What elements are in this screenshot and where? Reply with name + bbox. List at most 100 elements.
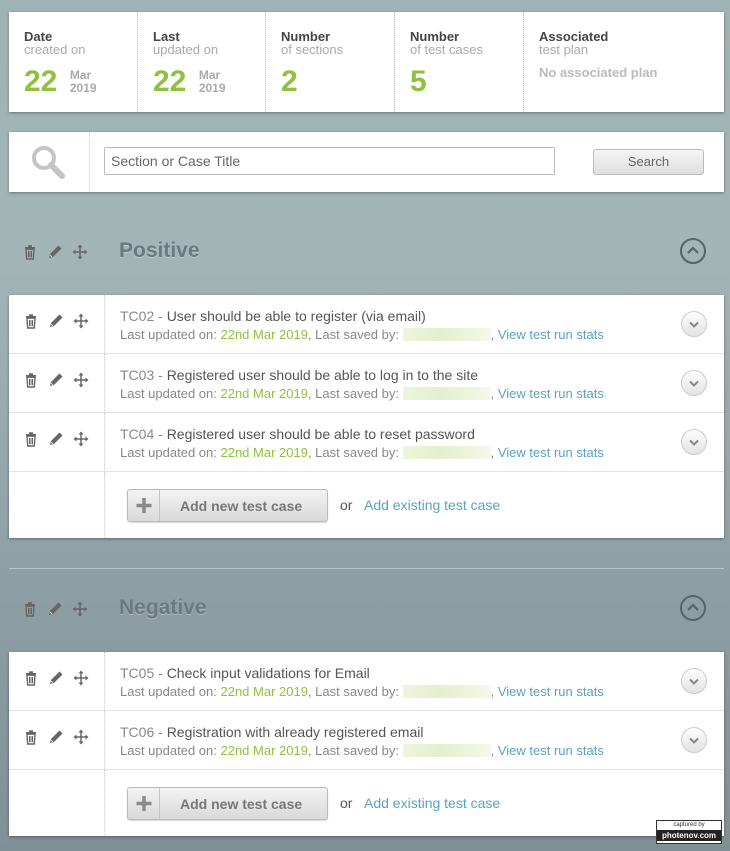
case-title[interactable]: Check input validations for Email <box>167 665 370 681</box>
comma: , <box>490 386 498 401</box>
move-icon[interactable] <box>72 601 88 617</box>
comma: , <box>490 445 498 460</box>
pencil-icon[interactable] <box>48 372 64 388</box>
plus-icon <box>136 796 152 811</box>
updated-label: Last updated on: <box>120 445 221 460</box>
trash-icon[interactable] <box>23 729 39 745</box>
move-icon[interactable] <box>73 670 89 686</box>
move-icon[interactable] <box>73 372 89 388</box>
expand-case-button[interactable] <box>681 311 707 337</box>
saved-by-label: , Last saved by: <box>307 743 403 758</box>
redacted-user <box>402 387 491 400</box>
view-stats-link[interactable]: View test run stats <box>498 386 604 401</box>
pencil-icon[interactable] <box>48 313 64 329</box>
case-title[interactable]: Registered user should be able to reset … <box>167 426 475 442</box>
case-separator: - <box>154 367 167 383</box>
expand-case-button[interactable] <box>681 727 707 753</box>
updated-label: Last updated on: <box>120 743 221 758</box>
section-header-negative: Negative <box>9 588 724 632</box>
expand-case-button[interactable] <box>681 429 707 455</box>
case-id[interactable]: TC04 <box>120 426 154 442</box>
expand-case-button[interactable] <box>681 668 707 694</box>
view-stats-link[interactable]: View test run stats <box>498 445 604 460</box>
table-row: TC05 - Check input validations for Email… <box>9 652 724 711</box>
case-list-negative: TC05 - Check input validations for Email… <box>9 652 724 836</box>
stat-sublabel: of sections <box>281 42 344 57</box>
table-row: TC04 - Registered user should be able to… <box>9 413 724 472</box>
redacted-user <box>402 744 491 757</box>
stat-day: 22 <box>153 65 187 98</box>
pencil-icon[interactable] <box>48 670 64 686</box>
updated-date: 22nd Mar 2019 <box>220 445 308 460</box>
pencil-icon[interactable] <box>47 601 63 617</box>
updated-label: Last updated on: <box>120 386 221 401</box>
case-id[interactable]: TC06 <box>120 724 154 740</box>
section-header-positive: Positive <box>9 231 724 275</box>
search-panel: Search <box>9 132 724 192</box>
updated-date: 22nd Mar 2019 <box>220 386 308 401</box>
updated-date: 22nd Mar 2019 <box>220 327 308 342</box>
redacted-user <box>402 446 491 459</box>
stat-sublabel: created on <box>24 42 86 57</box>
updated-label: Last updated on: <box>120 684 221 699</box>
updated-date: 22nd Mar 2019 <box>220 743 308 758</box>
trash-icon[interactable] <box>23 670 39 686</box>
trash-icon[interactable] <box>23 372 39 388</box>
stat-year: 2019 <box>198 81 226 95</box>
case-separator: - <box>154 665 167 681</box>
move-icon[interactable] <box>73 431 89 447</box>
case-id[interactable]: TC03 <box>120 367 154 383</box>
move-icon[interactable] <box>72 244 88 260</box>
pencil-icon[interactable] <box>47 244 63 260</box>
chevron-up-icon <box>687 603 699 611</box>
updated-date: 22nd Mar 2019 <box>220 684 308 699</box>
case-separator: - <box>154 426 167 442</box>
case-title[interactable]: Registration with already registered ema… <box>167 724 424 740</box>
saved-by-label: , Last saved by: <box>307 327 403 342</box>
trash-icon[interactable] <box>23 431 39 447</box>
view-stats-link[interactable]: View test run stats <box>498 743 604 758</box>
add-new-test-case-button[interactable]: Add new test case <box>127 489 328 522</box>
search-input[interactable] <box>104 147 555 175</box>
chevron-up-icon <box>687 246 699 254</box>
move-icon[interactable] <box>73 729 89 745</box>
case-id[interactable]: TC02 <box>120 308 154 324</box>
stat-day: 22 <box>24 65 58 98</box>
case-list-positive: TC02 - User should be able to register (… <box>9 295 724 538</box>
stat-test-cases: Number of test cases 5 <box>394 12 523 112</box>
add-existing-test-case-link[interactable]: Add existing test case <box>364 795 500 811</box>
case-title[interactable]: Registered user should be able to log in… <box>167 367 478 383</box>
chevron-down-icon <box>689 737 699 744</box>
add-new-test-case-button[interactable]: Add new test case <box>127 787 328 820</box>
pencil-icon[interactable] <box>48 729 64 745</box>
trash-icon[interactable] <box>23 313 39 329</box>
stat-value: 5 <box>410 65 427 98</box>
case-separator: - <box>154 724 167 740</box>
pencil-icon[interactable] <box>48 431 64 447</box>
case-title[interactable]: User should be able to register (via ema… <box>167 308 426 324</box>
add-new-test-case-label: Add new test case <box>180 796 303 812</box>
add-case-row: Add new test case or Add existing test c… <box>9 472 724 538</box>
section-title: Negative <box>119 596 207 619</box>
trash-icon[interactable] <box>22 601 38 617</box>
move-icon[interactable] <box>73 313 89 329</box>
collapse-section-button[interactable] <box>680 238 706 264</box>
collapse-section-button[interactable] <box>680 595 706 621</box>
chevron-down-icon <box>689 321 699 328</box>
plus-icon <box>136 498 152 513</box>
redacted-user <box>402 328 491 341</box>
view-stats-link[interactable]: View test run stats <box>498 684 604 699</box>
view-stats-link[interactable]: View test run stats <box>498 327 604 342</box>
expand-case-button[interactable] <box>681 370 707 396</box>
chevron-down-icon <box>689 380 699 387</box>
table-row: TC02 - User should be able to register (… <box>9 295 724 354</box>
search-button[interactable]: Search <box>593 149 704 175</box>
or-text: or <box>340 795 353 811</box>
stat-plan-value: No associated plan <box>539 65 658 80</box>
table-row: TC06 - Registration with already registe… <box>9 711 724 770</box>
case-id[interactable]: TC05 <box>120 665 154 681</box>
watermark: captured by photenov.com <box>656 820 722 844</box>
trash-icon[interactable] <box>22 244 38 260</box>
comma: , <box>490 327 498 342</box>
add-existing-test-case-link[interactable]: Add existing test case <box>364 497 500 513</box>
